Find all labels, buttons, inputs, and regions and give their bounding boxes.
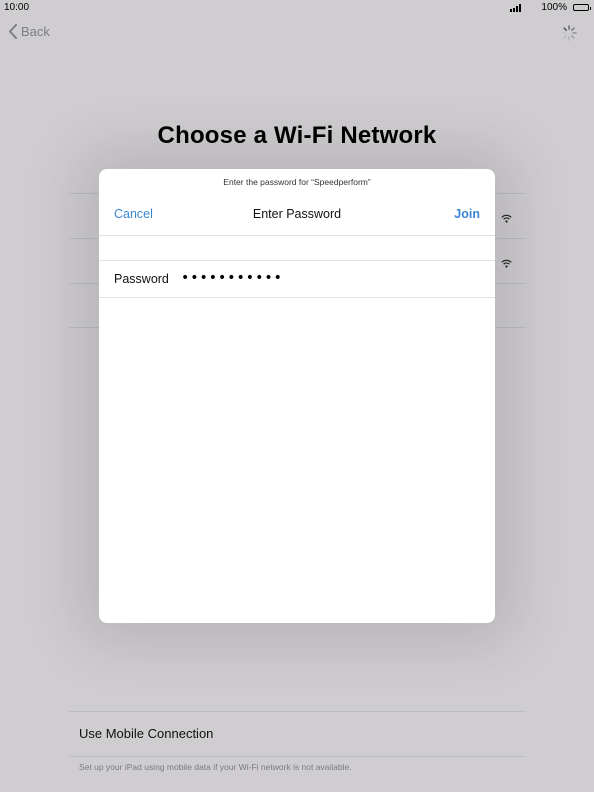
modal-prompt: Enter the password for “Speedperform”: [223, 177, 371, 187]
spinner-icon: [560, 24, 578, 42]
password-input[interactable]: [181, 267, 471, 289]
back-button[interactable]: Back: [8, 24, 50, 39]
status-indicators: 100%: [510, 2, 591, 13]
wifi-icon: [501, 210, 512, 228]
mobile-connection-footnote: Set up your iPad using mobile data if yo…: [79, 762, 352, 772]
status-time: 10:00: [4, 2, 30, 13]
chevron-left-icon: [8, 24, 18, 39]
status-bar: 10:00 100%: [0, 0, 594, 14]
page-title: Choose a Wi-Fi Network: [157, 122, 437, 149]
battery-icon: [573, 4, 591, 11]
password-row: Password: [99, 261, 495, 298]
join-button[interactable]: Join: [454, 207, 480, 221]
signal-icon: [510, 3, 522, 12]
modal-nav-bar: Cancel Enter Password Join: [99, 199, 495, 236]
password-label: Password: [114, 272, 169, 286]
cancel-button[interactable]: Cancel: [114, 207, 153, 221]
back-label: Back: [21, 24, 50, 39]
wifi-icon: [501, 255, 512, 273]
battery-percentage: 100%: [541, 2, 567, 13]
modal-title: Enter Password: [252, 207, 342, 221]
mobile-connection-label: Use Mobile Connection: [79, 726, 214, 741]
modal-spacer: [99, 235, 495, 261]
password-modal: Enter the password for “Speedperform” Ca…: [99, 169, 495, 623]
mobile-connection-row[interactable]: Use Mobile Connection: [69, 711, 526, 757]
